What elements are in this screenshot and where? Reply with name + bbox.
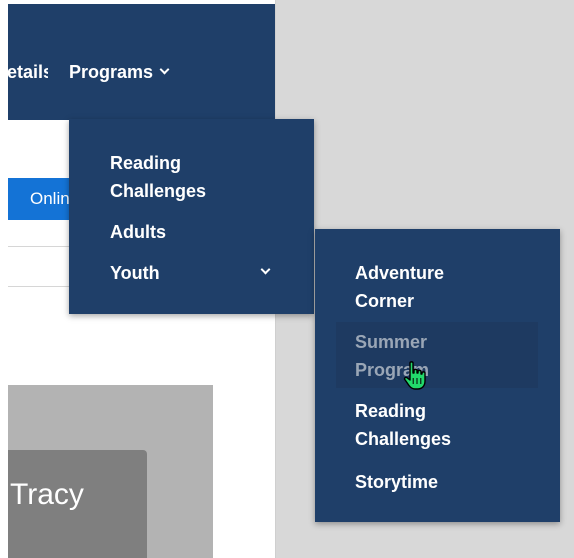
submenu-item-summer-program[interactable]: Summer Program <box>355 328 505 384</box>
menu-item-reading-challenges[interactable]: Reading Challenges <box>110 149 260 205</box>
nav-link-details[interactable]: Details <box>8 62 48 83</box>
divider <box>8 286 70 287</box>
hand-pointer-icon <box>403 361 426 390</box>
online-button[interactable]: Online <box>8 178 78 220</box>
submenu-item-storytime[interactable]: Storytime <box>355 468 438 496</box>
submenu-item-adventure-corner[interactable]: Adventure Corner <box>355 259 505 315</box>
chevron-down-icon <box>159 64 170 75</box>
nav-programs-label: Programs <box>69 62 154 82</box>
feature-image-caption: Tracy <box>10 478 84 511</box>
menu-item-youth[interactable]: Youth <box>110 259 280 287</box>
divider <box>8 246 70 247</box>
submenu-item-reading-challenges[interactable]: Reading Challenges <box>355 397 505 453</box>
menu-item-adults[interactable]: Adults <box>110 218 166 246</box>
nav-link-programs[interactable]: Programs <box>69 62 170 83</box>
